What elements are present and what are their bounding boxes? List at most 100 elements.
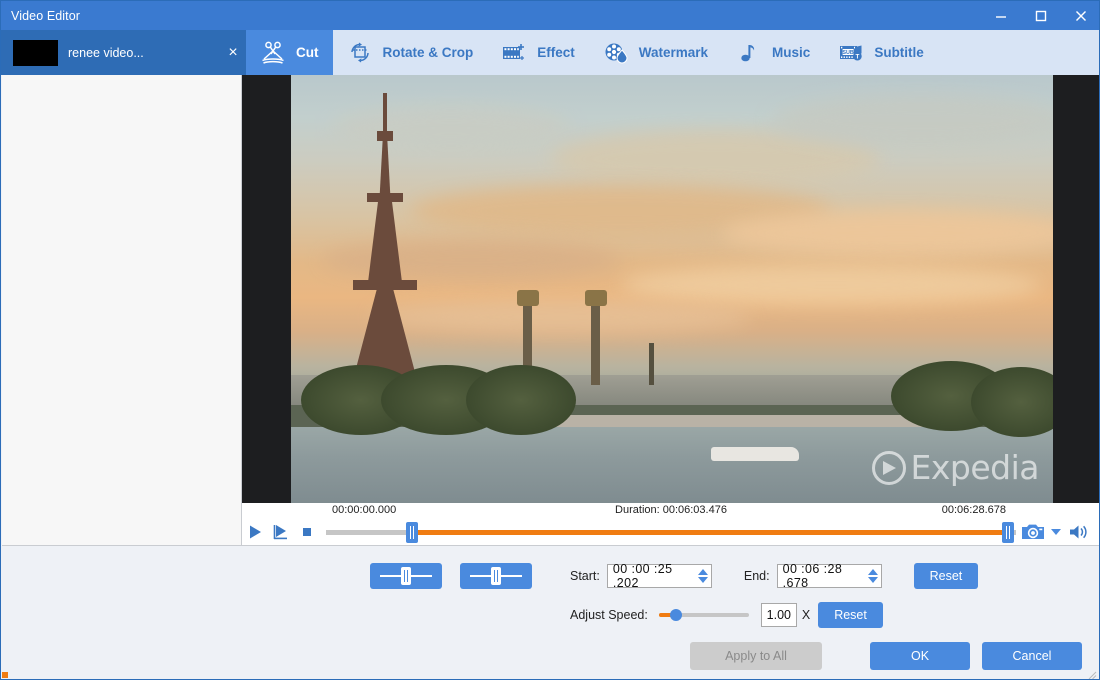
adjust-speed-label: Adjust Speed: xyxy=(570,608,648,622)
dialog-actions: Apply to All OK Cancel xyxy=(2,641,1099,671)
tree xyxy=(466,365,576,435)
close-icon[interactable] xyxy=(1061,1,1099,30)
eiffel-tower xyxy=(367,193,403,202)
start-time-value: 00 :00 :25 .202 xyxy=(612,562,673,590)
cloud xyxy=(371,300,751,334)
resize-grip[interactable] xyxy=(1087,667,1097,679)
statue xyxy=(517,290,539,306)
set-end-marker-button[interactable] xyxy=(460,563,532,589)
tab-music-label: Music xyxy=(772,45,811,60)
timeline-track[interactable] xyxy=(326,519,1016,545)
eiffel-tower xyxy=(377,131,393,141)
cloud xyxy=(721,210,1053,256)
chevron-down-icon[interactable] xyxy=(1051,529,1061,535)
apply-to-all-button[interactable]: Apply to All xyxy=(690,642,822,670)
timeline-labels: 00:00:00.000 Duration: 00:06:03.476 00:0… xyxy=(242,503,1099,519)
cloud xyxy=(321,240,621,280)
play-selection-icon[interactable] xyxy=(268,519,294,545)
speed-slider[interactable] xyxy=(658,605,749,625)
tab-effect[interactable]: Effect xyxy=(487,30,589,75)
tab-subtitle-label: Subtitle xyxy=(874,45,924,60)
start-time-stepper[interactable] xyxy=(697,569,709,583)
video-frame: Expedia xyxy=(291,75,1053,503)
column-statue xyxy=(591,303,600,385)
statue xyxy=(585,290,607,306)
camera-icon[interactable] xyxy=(1020,519,1046,545)
file-thumbnail xyxy=(13,39,58,66)
timeline-duration: Duration: 00:06:03.476 xyxy=(615,504,727,516)
editor-toolbar: Cut Rotate & Crop Effect Watermark Music… xyxy=(246,30,1099,75)
music-note-icon xyxy=(734,38,764,68)
scissors-icon xyxy=(258,38,288,68)
marker-grip-icon xyxy=(491,567,501,585)
video-preview[interactable]: Expedia xyxy=(242,75,1099,503)
timeline-total-time: 00:06:28.678 xyxy=(941,504,1006,516)
chevron-up-icon[interactable] xyxy=(867,569,878,575)
file-tab[interactable]: renee video... × xyxy=(1,30,246,75)
chevron-down-icon[interactable] xyxy=(697,577,708,583)
spire xyxy=(649,343,654,385)
start-time-label: Start: xyxy=(570,569,600,583)
tab-strip: renee video... × Cut Rotate & Crop Effec… xyxy=(1,30,1099,75)
play-icon[interactable] xyxy=(242,519,268,545)
tab-watermark[interactable]: Watermark xyxy=(589,30,722,75)
marker-grip-icon xyxy=(401,567,411,585)
end-time-field[interactable]: 00 :06 :28 .678 xyxy=(776,562,882,590)
tab-music[interactable]: Music xyxy=(722,30,824,75)
minimize-icon[interactable] xyxy=(981,1,1021,30)
film-sparkle-icon xyxy=(499,38,529,68)
tab-rotate-crop[interactable]: Rotate & Crop xyxy=(333,30,488,75)
chevron-down-icon[interactable] xyxy=(867,577,878,583)
timeline-right-controls xyxy=(1020,519,1092,545)
cloud xyxy=(621,265,1041,305)
timeline-current-time: 00:00:00.000 xyxy=(332,504,397,516)
volume-icon[interactable] xyxy=(1066,519,1092,545)
end-time-label: End: xyxy=(743,569,770,583)
set-start-marker-button[interactable] xyxy=(370,563,442,589)
svg-text:SUB: SUB xyxy=(843,50,854,56)
timeline-start-handle[interactable] xyxy=(406,522,419,543)
speed-row: Adjust Speed: 1.00 X Reset xyxy=(2,600,1099,630)
end-time-value: 00 :06 :28 .678 xyxy=(782,562,843,590)
cancel-button[interactable]: Cancel xyxy=(982,642,1082,670)
tab-watermark-label: Watermark xyxy=(638,45,709,60)
expedia-logo-icon xyxy=(871,450,906,485)
stop-icon[interactable] xyxy=(294,519,320,545)
file-tab-label: renee video... xyxy=(68,45,144,60)
cloud xyxy=(331,105,571,151)
timeline-bar: 00:00:00.000 Duration: 00:06:03.476 00:0… xyxy=(242,503,1099,545)
speed-unit-label: X xyxy=(801,608,811,622)
trim-row: Start: 00 :00 :25 .202 End: 00 :06 :28 .… xyxy=(2,560,1099,592)
window-title: Video Editor xyxy=(11,8,81,23)
boat xyxy=(711,447,799,461)
expedia-watermark: Expedia xyxy=(871,448,1040,487)
speed-slider-thumb[interactable] xyxy=(669,609,682,621)
chevron-up-icon[interactable] xyxy=(697,569,708,575)
tab-effect-label: Effect xyxy=(537,45,575,60)
start-time-field[interactable]: 00 :00 :25 .202 xyxy=(606,562,712,590)
eiffel-tower xyxy=(379,141,391,193)
tab-rotate-crop-label: Rotate & Crop xyxy=(382,45,474,60)
svg-text:T: T xyxy=(856,53,860,60)
video-editor-window: Video Editor renee video... × Cut Rotate… xyxy=(0,0,1100,680)
subtitle-icon: SUB T xyxy=(836,38,866,68)
end-time-stepper[interactable] xyxy=(867,569,879,583)
reset-trim-button[interactable]: Reset xyxy=(913,563,979,589)
tab-cut[interactable]: Cut xyxy=(246,30,333,75)
cloud xyxy=(771,95,1053,147)
file-list-panel[interactable] xyxy=(2,75,242,545)
expedia-watermark-text: Expedia xyxy=(910,448,1040,487)
title-bar: Video Editor xyxy=(1,1,1099,30)
timeline-controls xyxy=(242,519,1099,545)
tab-subtitle[interactable]: SUB T Subtitle xyxy=(824,30,938,75)
ok-button[interactable]: OK xyxy=(870,642,970,670)
reset-speed-button[interactable]: Reset xyxy=(818,602,883,628)
timeline-end-handle[interactable] xyxy=(1001,522,1014,543)
rotate-crop-icon xyxy=(345,38,375,68)
speed-value-field[interactable]: 1.00 xyxy=(760,603,797,627)
eiffel-tower xyxy=(383,93,387,131)
cut-settings-panel: Start: 00 :00 :25 .202 End: 00 :06 :28 .… xyxy=(2,545,1099,679)
eiffel-tower xyxy=(353,280,417,290)
close-icon[interactable]: × xyxy=(220,30,246,75)
maximize-icon[interactable] xyxy=(1021,1,1061,30)
